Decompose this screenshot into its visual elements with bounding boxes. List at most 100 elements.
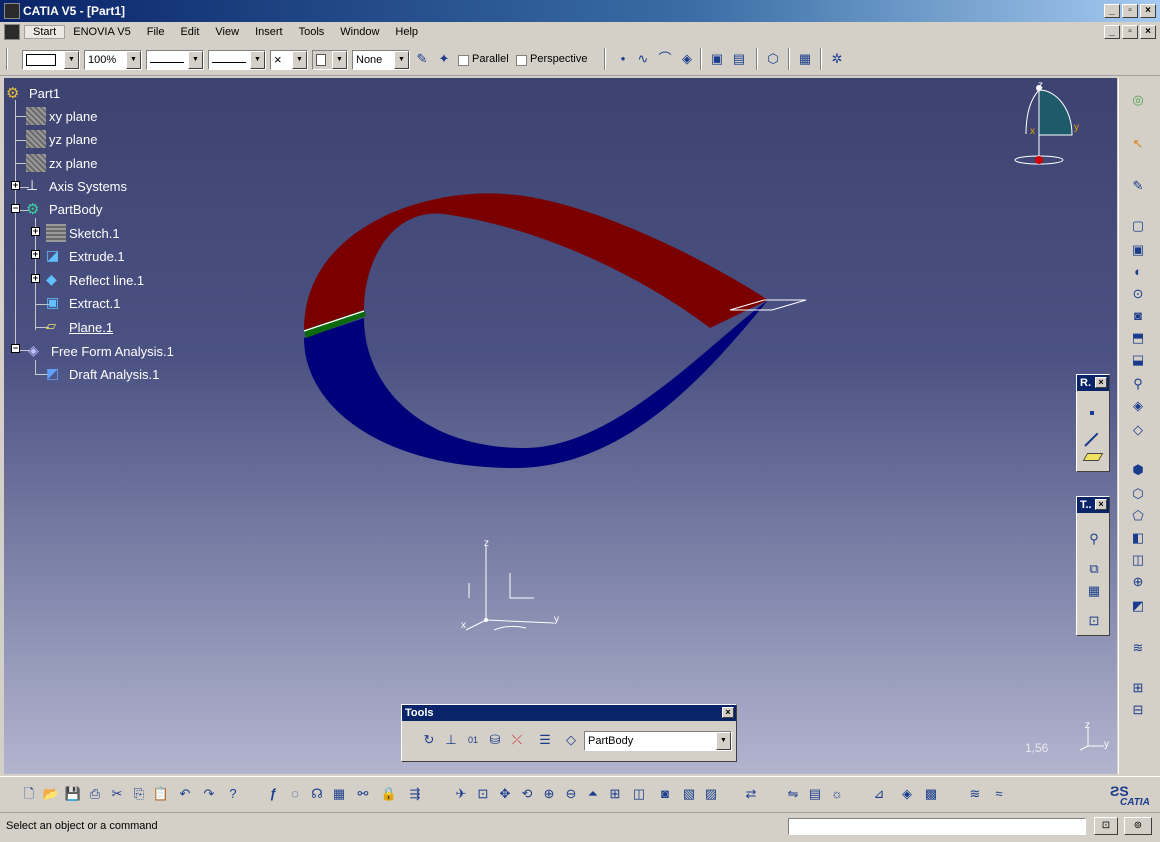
apply-material-icon[interactable]: ≋ [966, 785, 984, 803]
compass[interactable] [4, 78, 5, 79]
expand-axis-systems[interactable]: + [11, 181, 20, 190]
remove-face-icon[interactable]: ⬠ [1128, 508, 1148, 526]
redo-icon[interactable]: ↷ [200, 785, 218, 803]
tree-node-extrude[interactable]: ◪ Extrude.1 [46, 247, 125, 265]
tree-node-axis-systems[interactable]: ⊥ Axis Systems [26, 177, 127, 195]
sphere-icon[interactable]: ⊕ [1128, 574, 1148, 592]
wireframe-icon[interactable]: ▨ [702, 785, 720, 803]
point-icon[interactable] [1090, 411, 1094, 415]
pan-icon[interactable]: ✥ [496, 785, 514, 803]
menu-help[interactable]: Help [387, 26, 426, 38]
hide-show-icon[interactable]: ⇄ [742, 785, 760, 803]
plane-icon[interactable] [1082, 453, 1104, 461]
rotate-icon[interactable]: ◎ [1128, 92, 1148, 110]
measure-item-icon[interactable]: ◈ [898, 785, 916, 803]
menu-view[interactable]: View [207, 26, 247, 38]
open-folder-icon[interactable]: 📂 [42, 785, 60, 803]
menu-edit[interactable]: Edit [172, 26, 207, 38]
tree-node-free-form-analysis[interactable]: ◈ Free Form Analysis.1 [28, 342, 174, 360]
tree-node-yz-plane[interactable]: yz plane [26, 130, 97, 148]
rule-icon[interactable]: ⇶ [406, 785, 424, 803]
scale-icon[interactable]: ⊡ [1084, 613, 1104, 631]
close-button[interactable]: × [1140, 4, 1156, 18]
draft-icon[interactable]: ◇ [1128, 422, 1148, 440]
tools-palette-title[interactable]: Tools × [402, 705, 736, 721]
measure-between-icon[interactable]: ⊿ [870, 785, 888, 803]
point-symbol-combo[interactable]: × ▼ [270, 50, 308, 70]
layers-icon[interactable]: ≋ [1128, 640, 1148, 658]
tree-node-sketch[interactable]: Sketch.1 [46, 224, 120, 242]
constraint-icon[interactable]: ⊞ [1128, 680, 1148, 698]
palette-close-button[interactable]: × [1095, 377, 1107, 388]
save-icon[interactable]: 💾 [64, 785, 82, 803]
shell-icon[interactable]: ⬢ [1128, 462, 1148, 480]
palette-close-button[interactable]: × [1095, 499, 1107, 510]
chevron-down-icon[interactable]: ▼ [250, 51, 265, 69]
chevron-down-icon[interactable]: ▼ [394, 51, 409, 69]
measure-icon[interactable]: ⊟ [1128, 702, 1148, 720]
close-surface-icon[interactable]: ◩ [1128, 598, 1148, 616]
paste-icon[interactable]: 📋 [152, 785, 170, 803]
render-style-combo[interactable]: ▼ [312, 50, 348, 70]
tree-node-part1[interactable]: ⚙ Part1 [6, 84, 60, 102]
pad-icon[interactable]: ▢ [1128, 218, 1148, 236]
list-icon[interactable]: ☰ [536, 731, 554, 749]
maximize-button[interactable]: ▫ [1122, 4, 1138, 18]
graphic-props-wizard-icon[interactable]: ✦ [435, 50, 453, 68]
tree-node-extract[interactable]: ▣ Extract.1 [46, 294, 120, 312]
catalog-icon[interactable]: ▦ [796, 50, 814, 68]
menu-file[interactable]: File [139, 26, 173, 38]
datum-icon[interactable]: ⛁ [486, 731, 504, 749]
cut-icon[interactable]: ✂ [108, 785, 126, 803]
design-table-icon[interactable]: ▦ [330, 785, 348, 803]
chevron-down-icon[interactable]: ▼ [332, 51, 347, 69]
material-icon[interactable]: ▤ [806, 785, 824, 803]
transform-icon[interactable]: ⧉ [1084, 561, 1104, 579]
tree-node-plane[interactable]: ▱ Plane.1 [46, 318, 113, 336]
shading-edges-icon[interactable]: ▧ [680, 785, 698, 803]
axis-system-icon[interactable]: ⊥ [442, 731, 460, 749]
curvature-icon[interactable]: ≈ [990, 785, 1008, 803]
parallel-checkbox[interactable] [458, 55, 469, 66]
iso-view-icon[interactable]: ◫ [630, 785, 648, 803]
collapse-free-form-analysis[interactable]: − [11, 344, 20, 353]
doc-maximize-button[interactable]: ▫ [1122, 25, 1138, 39]
swap-visible-icon[interactable]: ⇋ [784, 785, 802, 803]
chevron-down-icon[interactable]: ▼ [292, 51, 307, 69]
lock-icon[interactable]: 🔒 [380, 785, 398, 803]
format-painter-icon[interactable]: ✎ [413, 50, 431, 68]
binary-icon[interactable]: 01 [464, 731, 482, 749]
doc-minimize-button[interactable]: _ [1104, 25, 1120, 39]
thick-surface-icon[interactable]: ◫ [1128, 552, 1148, 570]
hole-icon[interactable]: ⊙ [1128, 286, 1148, 304]
body-select[interactable]: PartBody ▼ [584, 731, 732, 751]
line-type-combo[interactable]: ▼ [208, 50, 266, 70]
catia-app-icon[interactable] [4, 3, 20, 19]
normal-view-icon[interactable]: ⏶ [584, 785, 602, 803]
collapse-partbody[interactable]: − [11, 204, 20, 213]
update-icon[interactable]: ↻ [420, 731, 438, 749]
translate-icon[interactable]: ⬡ [764, 50, 782, 68]
blue-surface-band[interactable] [304, 300, 768, 468]
print-icon[interactable]: ⎙ [86, 785, 104, 803]
thickness-icon[interactable]: ⬡ [1128, 486, 1148, 504]
red-surface-band[interactable] [304, 193, 768, 330]
chevron-down-icon[interactable]: ▼ [716, 732, 731, 750]
body-icon[interactable]: ◇ [562, 731, 580, 749]
split-icon[interactable]: ▤ [730, 50, 748, 68]
zoom-in-icon[interactable]: ⊕ [540, 785, 558, 803]
split-icon[interactable]: ◧ [1128, 530, 1148, 548]
fillet-icon[interactable]: ⚲ [1128, 376, 1148, 394]
hide-icon[interactable]: ⤫ [508, 731, 526, 749]
chevron-down-icon[interactable]: ▼ [126, 51, 141, 69]
status-button-1[interactable]: ⊡ [1094, 817, 1118, 835]
3d-viewport[interactable]: z x y z x y 1,56 z y ⚙ Part1 xy plane yz… [4, 78, 1117, 774]
select-icon[interactable]: ↖ [1128, 136, 1148, 154]
minimize-button[interactable]: _ [1104, 4, 1120, 18]
fill-color-combo[interactable]: ▼ [22, 50, 80, 70]
rotate-view-icon[interactable]: ⟲ [518, 785, 536, 803]
menu-start[interactable]: Start [24, 25, 66, 39]
tree-node-draft-analysis[interactable]: ◩ Draft Analysis.1 [46, 365, 159, 383]
tree-node-xy-plane[interactable]: xy plane [26, 107, 97, 125]
expand-reflect-line[interactable]: + [31, 274, 40, 283]
